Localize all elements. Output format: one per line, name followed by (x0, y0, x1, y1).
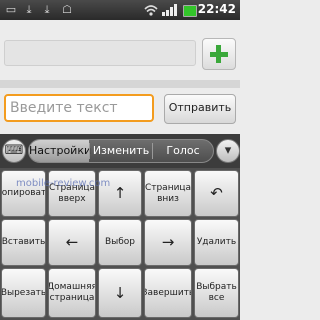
status-bar: ▭ ⤓ ⤓ ☖ 22:42 (0, 0, 240, 20)
page-down-key[interactable]: Страница вниз (144, 170, 192, 217)
paste-key[interactable]: Вставить (1, 219, 46, 266)
tab-settings[interactable]: Настройки (29, 140, 91, 162)
send-button[interactable]: Отправить (164, 94, 236, 124)
signal-icon (162, 4, 178, 16)
download-icon: ⤓ (44, 3, 50, 16)
home-key[interactable]: Домашняя страница (48, 268, 96, 318)
select-key[interactable]: Выбор (98, 219, 142, 266)
arrow-right-key[interactable]: → (144, 219, 192, 266)
arrow-down-key[interactable]: ↓ (98, 268, 142, 318)
undo-key[interactable]: ↶ (194, 170, 239, 217)
top-bar (0, 30, 240, 74)
list-field[interactable] (4, 40, 196, 66)
keyboard-tabs: Настройки Изменить Голос (28, 139, 214, 163)
sd-card-icon: ▭ (5, 3, 17, 16)
finish-key[interactable]: Завершить (144, 268, 192, 318)
wifi-icon (144, 5, 158, 16)
cut-key[interactable]: Вырезать (1, 268, 46, 318)
keyboard-icon[interactable]: ⌨ (2, 139, 26, 163)
keyboard: ⌨ Настройки Изменить Голос ▾ Копировать … (0, 134, 240, 320)
download-icon: ⤓ (26, 3, 32, 16)
tab-edit[interactable]: Изменить (90, 140, 152, 162)
arrow-left-key[interactable]: ← (48, 219, 96, 266)
chevron-down-icon[interactable]: ▾ (216, 139, 240, 163)
watermark: mobile-review.com (16, 178, 111, 189)
compose-row: Введите текст Отправить (0, 88, 240, 132)
divider (0, 80, 240, 88)
keyboard-toolbar: ⌨ Настройки Изменить Голос ▾ (0, 134, 240, 168)
select-all-key[interactable]: Выбрать все (194, 268, 239, 318)
clock: 22:42 (197, 2, 236, 16)
battery-icon (183, 5, 197, 17)
delete-key[interactable]: Удалить (194, 219, 239, 266)
tab-voice[interactable]: Голос (153, 140, 213, 162)
text-input[interactable]: Введите текст (4, 94, 154, 122)
android-icon: ☖ (62, 3, 72, 16)
add-button[interactable] (202, 38, 236, 70)
